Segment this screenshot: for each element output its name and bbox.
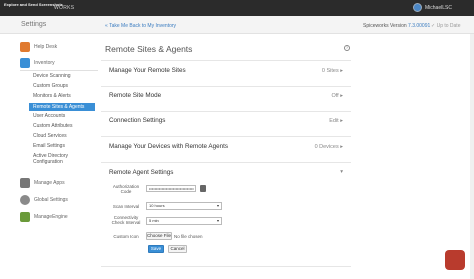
sidebar-item-custom-groups[interactable]: Custom Groups [33, 83, 99, 89]
version-number[interactable]: 7.3.00091 [408, 23, 430, 29]
section-remote-agent-settings: Remote Agent Settings ▾ [101, 162, 351, 262]
section-value[interactable]: Off ▸ [331, 93, 343, 99]
chevron-down-icon: ▾ [216, 218, 219, 223]
scan-interval-select[interactable]: 10 hours ▾ [146, 202, 222, 210]
custom-icon-label: Custom Icon [113, 234, 139, 239]
help-icon[interactable]: ? [344, 45, 350, 51]
authorization-code-label: Authorization Code [112, 184, 140, 194]
collapse-chevron-icon[interactable]: ▾ [340, 169, 343, 175]
version-info: Spiceworks Version 7.3.00091 [363, 23, 430, 29]
plus-icon [20, 178, 30, 188]
copy-icon[interactable] [200, 185, 206, 192]
save-button[interactable]: Save [148, 245, 164, 253]
sidebar-divider [20, 70, 98, 71]
sidebar-manageengine[interactable]: ManageEngine [20, 211, 100, 223]
section-label: Manage Your Remote Sites [109, 67, 186, 74]
manageengine-icon [20, 212, 30, 222]
chat-avatar-icon[interactable] [445, 250, 465, 270]
sidebar-item-device-scanning[interactable]: Device Scanning [33, 73, 99, 79]
section-remote-site-mode[interactable]: Remote Site Mode Off ▸ [101, 86, 351, 106]
user-name[interactable]: MichaelLSC [425, 5, 452, 11]
version-prefix: Spiceworks Version [363, 23, 409, 29]
page-section-title: Settings [21, 21, 47, 28]
authorization-code-field[interactable]: •••••••••••••••••••••••••••••••• [146, 185, 196, 192]
page-title: Remote Sites & Agents [105, 44, 193, 54]
section-label: Manage Your Devices with Remote Agents [109, 143, 229, 150]
no-file-chosen-text: No file chosen [174, 234, 203, 239]
sidebar-global-settings-label: Global Settings [34, 197, 68, 203]
sidebar-inventory[interactable]: Inventory [20, 57, 100, 69]
section-remote-agents-devices[interactable]: Manage Your Devices with Remote Agents 0… [101, 136, 351, 158]
user-avatar[interactable] [413, 3, 422, 12]
connectivity-interval-value: 5 min [149, 218, 159, 223]
choose-file-button[interactable]: Choose File [146, 232, 172, 240]
globe-icon [20, 195, 30, 205]
sidebar-help-desk-label: Help Desk [34, 44, 58, 50]
sidebar-manageengine-label: ManageEngine [34, 214, 68, 220]
section-connection-settings[interactable]: Connection Settings Edit ▸ [101, 111, 351, 131]
sidebar-global-settings[interactable]: Global Settings [20, 194, 100, 206]
cancel-button[interactable]: Cancel [168, 245, 187, 253]
spiceworks-logo[interactable]: WORKS [54, 5, 74, 11]
inventory-icon [20, 58, 30, 68]
sidebar-manage-apps[interactable]: Manage Apps [20, 177, 100, 189]
section-label: Connection Settings [109, 117, 166, 124]
sidebar-item-remote-sites-agents[interactable]: Remote Sites & Agents [29, 103, 95, 111]
scan-interval-label: Scan Interval [112, 204, 140, 209]
settings-header: Settings « Take Me Back to My Inventory … [0, 16, 474, 34]
section-manage-remote-sites[interactable]: Manage Your Remote Sites 0 Sites ▸ [101, 60, 351, 80]
sidebar-item-monitors-alerts[interactable]: Monitors & Alerts [33, 93, 99, 99]
connectivity-check-label: Connectivity Check Interval [111, 215, 141, 225]
connectivity-interval-select[interactable]: 5 min ▾ [146, 217, 222, 225]
section-label: Remote Agent Settings [109, 169, 174, 176]
section-value[interactable]: Edit ▸ [329, 118, 343, 124]
section-divider [101, 266, 351, 267]
section-value[interactable]: 0 Devices ▸ [315, 144, 343, 150]
top-bar: Explore and Send Screenshots WORKS Micha… [0, 0, 474, 16]
sidebar-item-email-settings[interactable]: Email Settings [33, 143, 99, 149]
chevron-down-icon: ▾ [216, 203, 219, 208]
section-value[interactable]: 0 Sites ▸ [322, 68, 343, 74]
up-to-date-status: ✓ Up to Date [431, 23, 461, 29]
help-desk-icon [20, 42, 30, 52]
section-label: Remote Site Mode [109, 92, 162, 99]
page-scrollbar[interactable] [470, 34, 474, 279]
sidebar-item-configuration[interactable]: Configuration [33, 159, 99, 165]
sidebar-item-user-accounts[interactable]: User Accounts [33, 113, 99, 119]
back-to-inventory-link[interactable]: « Take Me Back to My Inventory [105, 23, 176, 29]
sidebar-inventory-label: Inventory [34, 60, 55, 66]
scan-interval-value: 10 hours [149, 203, 165, 208]
sidebar-item-custom-attributes[interactable]: Custom Attributes [33, 123, 99, 129]
sidebar-help-desk[interactable]: Help Desk [20, 41, 100, 53]
sidebar-manage-apps-label: Manage Apps [34, 180, 65, 186]
sidebar-item-cloud-services[interactable]: Cloud Services [33, 133, 99, 139]
